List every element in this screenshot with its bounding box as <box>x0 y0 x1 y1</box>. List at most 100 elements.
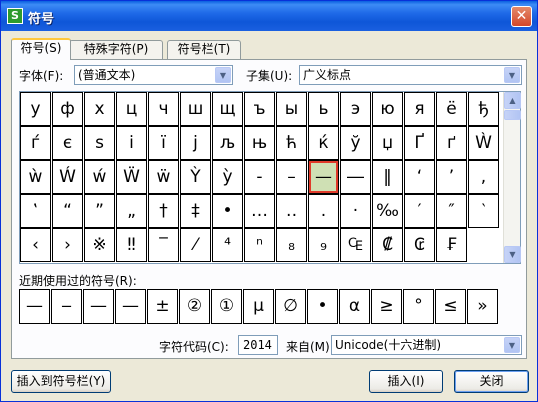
symbol-cell[interactable]: ⁴ <box>212 228 243 262</box>
symbol-cell[interactable]: ё <box>436 92 467 126</box>
symbol-cell[interactable]: › <box>52 228 83 262</box>
symbol-cell[interactable]: Ẃ <box>52 160 83 194</box>
symbol-cell[interactable]: ′ <box>404 194 435 228</box>
symbol-cell[interactable]: † <box>148 194 179 228</box>
symbol-cell[interactable]: j <box>180 126 211 160</box>
symbol-cell[interactable]: ‘ <box>404 160 435 194</box>
symbol-cell[interactable]: „ <box>116 194 147 228</box>
recent-symbol-cell[interactable]: α <box>339 289 370 324</box>
font-select[interactable]: (普通文本) ▼ <box>74 65 233 85</box>
symbol-cell[interactable]: ђ <box>468 92 499 126</box>
recent-symbol-cell[interactable]: ≤ <box>435 289 466 324</box>
symbol-cell[interactable]: ‖ <box>372 160 403 194</box>
recent-symbol-cell[interactable]: — <box>115 289 146 324</box>
symbol-cell[interactable]: ẅ <box>148 160 179 194</box>
symbol-cell[interactable]: ⁿ <box>244 228 275 262</box>
subset-select[interactable]: 广义标点 ▼ <box>299 65 522 85</box>
symbol-cell[interactable]: ‛ <box>20 194 51 228</box>
symbol-cell[interactable]: х <box>84 92 115 126</box>
recent-symbol-cell[interactable]: — <box>83 289 114 324</box>
recent-symbol-cell[interactable]: ① <box>211 289 242 324</box>
scroll-up-icon[interactable]: ▲ <box>504 92 521 109</box>
symbol-cell[interactable]: ‹ <box>20 228 51 262</box>
symbol-cell[interactable]: ỳ <box>212 160 243 194</box>
recent-symbol-cell[interactable]: ° <box>403 289 434 324</box>
symbol-cell[interactable]: у <box>20 92 51 126</box>
symbol-cell[interactable]: ь <box>308 92 339 126</box>
symbol-cell[interactable]: ₉ <box>308 228 339 262</box>
symbol-cell[interactable]: Ґ <box>404 126 435 160</box>
symbol-cell[interactable]: ќ <box>308 126 339 160</box>
symbol-cell[interactable]: – <box>276 160 307 194</box>
symbol-cell[interactable]: ‥ <box>276 194 307 228</box>
symbol-cell[interactable]: Ẅ <box>116 160 147 194</box>
symbol-cell[interactable]: ў <box>340 126 371 160</box>
symbol-cell[interactable]: “ <box>52 194 83 228</box>
symbol-cell[interactable]: … <box>244 194 275 228</box>
symbol-cell[interactable]: ‡ <box>180 194 211 228</box>
symbol-cell[interactable]: ы <box>276 92 307 126</box>
symbol-cell[interactable]: ш <box>180 92 211 126</box>
symbol-cell[interactable]: ₠ <box>340 228 371 262</box>
recent-symbol-cell[interactable]: ‒ <box>51 289 82 324</box>
scrollbar-thumb[interactable] <box>504 110 521 120</box>
symbol-cell[interactable]: ћ <box>276 126 307 160</box>
symbol-cell[interactable]: ‵ <box>468 194 499 228</box>
symbol-cell[interactable]: ъ <box>244 92 275 126</box>
symbol-cell[interactable]: ⁄ <box>180 228 211 262</box>
symbol-cell[interactable]: — <box>308 160 339 194</box>
symbol-cell[interactable]: ч <box>148 92 179 126</box>
symbol-cell[interactable]: ї <box>148 126 179 160</box>
close-window-button[interactable]: ✕ <box>511 6 532 27</box>
symbol-cell[interactable]: Ỳ <box>180 160 211 194</box>
title-bar[interactable]: S 符号 ✕ <box>1 1 537 31</box>
symbol-cell[interactable]: ․ <box>308 194 339 228</box>
symbol-cell[interactable]: ‰ <box>372 194 403 228</box>
tab-symbols[interactable]: 符号(S) <box>11 38 71 60</box>
recent-symbol-cell[interactable]: μ <box>243 289 274 324</box>
symbol-cell[interactable]: ц <box>116 92 147 126</box>
tab-symbol-bar[interactable]: 符号栏(T) <box>167 40 241 59</box>
symbol-cell[interactable]: ẃ <box>84 160 115 194</box>
encoding-select[interactable]: Unicode(十六进制) ▼ <box>331 335 522 355</box>
symbol-cell[interactable]: • <box>212 194 243 228</box>
tab-special-chars[interactable]: 特殊字符(P) <box>69 40 163 59</box>
char-code-input[interactable]: 2014 <box>238 335 278 355</box>
symbol-cell[interactable]: щ <box>212 92 243 126</box>
close-button[interactable]: 关闭 <box>454 370 529 393</box>
recent-symbol-cell[interactable]: ② <box>179 289 210 324</box>
recent-symbol-cell[interactable]: ∅ <box>275 289 306 324</box>
symbol-cell[interactable]: ₣ <box>436 228 467 262</box>
symbol-cell[interactable]: - <box>244 160 275 194</box>
recent-symbol-cell[interactable]: ≥ <box>371 289 402 324</box>
symbol-cell[interactable]: ю <box>372 92 403 126</box>
symbol-cell[interactable]: ф <box>52 92 83 126</box>
chevron-down-icon[interactable]: ▼ <box>504 337 520 353</box>
insert-button[interactable]: 插入(I) <box>369 370 443 393</box>
symbol-cell[interactable]: s <box>84 126 115 160</box>
symbol-cell[interactable]: ѓ <box>20 126 51 160</box>
recent-symbol-cell[interactable]: » <box>467 289 498 324</box>
symbol-grid-scrollbar[interactable]: ▲ ▼ <box>503 92 521 263</box>
symbol-cell[interactable]: ẁ <box>20 160 51 194</box>
chevron-down-icon[interactable]: ▼ <box>504 67 520 83</box>
symbol-cell[interactable]: ‾ <box>148 228 179 262</box>
symbol-cell[interactable]: э <box>340 92 371 126</box>
symbol-cell[interactable]: ґ <box>436 126 467 160</box>
symbol-cell[interactable]: , <box>468 160 499 194</box>
chevron-down-icon[interactable]: ▼ <box>215 67 231 83</box>
symbol-cell[interactable]: ― <box>340 160 371 194</box>
symbol-cell[interactable]: ₈ <box>276 228 307 262</box>
insert-to-symbol-bar-button[interactable]: 插入到符号栏(Y) <box>11 370 111 393</box>
symbol-cell[interactable]: ₡ <box>372 228 403 262</box>
symbol-cell[interactable]: љ <box>212 126 243 160</box>
symbol-cell[interactable]: ″ <box>436 194 467 228</box>
recent-symbol-cell[interactable]: ± <box>147 289 178 324</box>
symbol-cell[interactable]: ” <box>84 194 115 228</box>
symbol-cell[interactable]: џ <box>372 126 403 160</box>
symbol-cell[interactable]: ※ <box>84 228 115 262</box>
recent-symbol-cell[interactable]: • <box>307 289 338 324</box>
symbol-cell[interactable]: њ <box>244 126 275 160</box>
scroll-down-icon[interactable]: ▼ <box>504 246 521 263</box>
symbol-cell[interactable]: ₢ <box>404 228 435 262</box>
